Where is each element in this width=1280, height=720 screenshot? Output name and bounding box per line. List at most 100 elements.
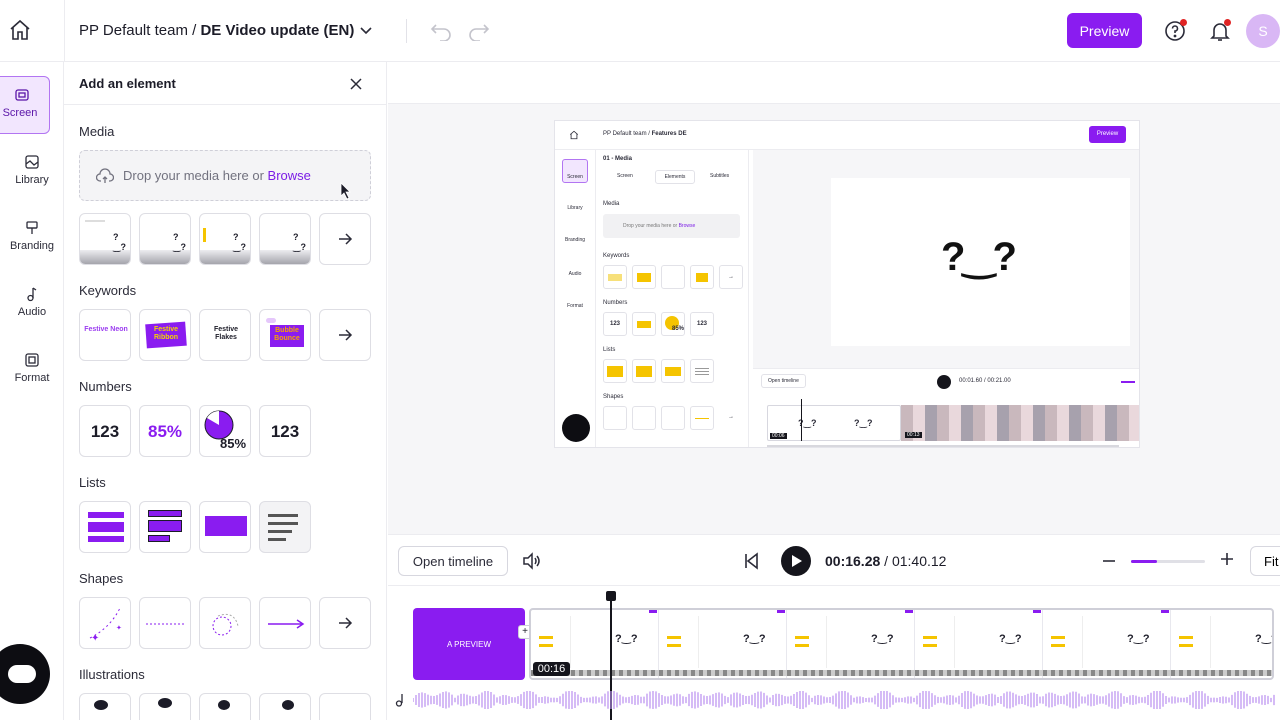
inner-tab: Subtitles [710, 173, 730, 179]
home-icon[interactable] [8, 18, 32, 42]
rail-item-branding[interactable]: Branding [0, 210, 64, 268]
shape-tiles: ✦ ✦ [79, 597, 379, 649]
illustration-tile[interactable] [139, 693, 191, 720]
illustration-tile[interactable] [79, 693, 131, 720]
inner-rail-screen: Screen [562, 159, 588, 183]
zoom-out-icon[interactable] [1102, 551, 1116, 571]
keyword-tile-festive-flakes[interactable]: Festive Flakes [199, 309, 251, 361]
inner-section: Lists [603, 347, 616, 353]
number-label: 123 [90, 422, 120, 441]
video-frame-preview[interactable]: PP Default team / Features DE Preview Sc… [554, 120, 1140, 448]
volume-icon[interactable] [521, 551, 541, 571]
close-icon[interactable] [348, 76, 364, 92]
arrow-right-icon [339, 329, 353, 341]
chevron-down-icon[interactable] [358, 22, 374, 38]
play-button[interactable] [781, 546, 811, 576]
zoom-slider[interactable] [1131, 560, 1205, 563]
list-tile[interactable] [199, 501, 251, 553]
keyword-tiles: Festive Neon Festive Ribbon Festive Flak… [79, 309, 379, 361]
inner-chat-bubble [562, 414, 590, 442]
left-rail: Screen Library Branding Audio Format [0, 62, 64, 720]
rail-item-library[interactable]: Library [0, 144, 64, 202]
list-tile[interactable] [139, 501, 191, 553]
inner-clip: ?‿? ?‿? 00:06 [767, 405, 901, 441]
playback-controls: Open timeline 00:16.28 / 01:40.12 Fit [388, 534, 1280, 586]
inner-drop-text: Drop your media here or [623, 223, 678, 229]
section-heading-illustrations: Illustrations [79, 667, 145, 682]
shape-tile[interactable] [259, 597, 311, 649]
inner-rail-audio: Audio [568, 271, 582, 277]
list-tile[interactable] [259, 501, 311, 553]
illustration-tile[interactable] [319, 693, 371, 720]
number-tile-pie[interactable]: 85% [199, 405, 251, 457]
main-clip[interactable]: ?‿??‿??‿??‿??‿??‿? [529, 608, 1274, 680]
more-shapes-button[interactable] [319, 597, 371, 649]
inner-rail-library: Library [567, 205, 583, 211]
more-keywords-button[interactable] [319, 309, 371, 361]
shape-tile[interactable] [139, 597, 191, 649]
avatar[interactable]: S [1246, 14, 1280, 48]
list-tile[interactable] [79, 501, 131, 553]
skip-back-icon[interactable] [743, 552, 759, 570]
svg-text:✦: ✦ [91, 633, 99, 644]
question-marks-graphic: ?‿? [941, 235, 1017, 279]
number-label: 123 [270, 422, 300, 441]
inner-controls: Open timeline 00:01.60 / 00:21.00 [753, 368, 1139, 394]
number-tile[interactable]: 123 [259, 405, 311, 457]
audio-waveform[interactable] [413, 691, 1275, 709]
keyword-tile-bubble-bounce[interactable]: Bubble Bounce [259, 309, 311, 361]
shape-tile[interactable] [199, 597, 251, 649]
media-thumbnail[interactable]: ?‿? [259, 213, 311, 265]
preview-button[interactable]: Preview [1067, 13, 1142, 48]
current-time: 00:16.28 [825, 553, 881, 569]
team-name: PP Default team / [79, 22, 197, 39]
rail-item-audio[interactable]: Audio [0, 276, 64, 334]
section-heading-media: Media [79, 124, 115, 139]
rail-label: Library [15, 174, 49, 186]
illustration-tile[interactable] [259, 693, 311, 720]
number-tile[interactable]: 123 [79, 405, 131, 457]
inner-badge: 00:06 [770, 433, 787, 439]
undo-icon[interactable] [430, 21, 452, 41]
browse-link[interactable]: Browse [268, 168, 311, 183]
inner-section: Shapes [603, 394, 624, 400]
inner-list-row [603, 359, 743, 383]
media-dropzone[interactable]: Drop your media here or Browse [79, 150, 371, 201]
svg-text:✦: ✦ [116, 624, 122, 632]
redo-icon[interactable] [468, 21, 490, 41]
media-thumbnail[interactable]: ?‿? [199, 213, 251, 265]
playhead-handle[interactable] [606, 591, 616, 601]
illustration-tile[interactable] [199, 693, 251, 720]
zoom-in-icon[interactable] [1220, 552, 1234, 566]
inner-number: 123 [603, 312, 627, 336]
rail-item-screen[interactable]: Screen [0, 76, 50, 134]
inner-tab: Screen [617, 173, 633, 179]
inner-canvas: ?‿? [753, 150, 1139, 368]
rail-item-format[interactable]: Format [0, 342, 64, 400]
keyword-label: Festive Neon [84, 326, 128, 333]
keyword-tile-festive-ribbon[interactable]: Festive Ribbon [139, 309, 191, 361]
number-tiles: 123 85% 85% 123 [79, 405, 379, 457]
number-tile[interactable]: 85% [139, 405, 191, 457]
intro-clip[interactable]: A PREVIEW [413, 608, 525, 680]
inner-keyword-row: → [603, 265, 743, 289]
more-media-button[interactable] [319, 213, 371, 265]
fit-button[interactable]: Fit [1250, 546, 1280, 576]
media-thumbnail[interactable]: ?‿? [79, 213, 131, 265]
illustration-tiles [79, 693, 379, 720]
keyword-tile-festive-neon[interactable]: Festive Neon [79, 309, 131, 361]
inner-panel-title: 01 - Media [603, 156, 633, 162]
inner-preview-button: Preview [1089, 126, 1126, 143]
dotted-line-shape [146, 623, 186, 625]
open-timeline-button[interactable]: Open timeline [398, 546, 508, 576]
shape-tile[interactable]: ✦ ✦ [79, 597, 131, 649]
top-bar: PP Default team / DE Video update (EN) P… [0, 0, 1280, 62]
number-label: 85% [220, 436, 247, 451]
media-thumbnail[interactable]: ?‿? [139, 213, 191, 265]
inner-number: 123 [690, 312, 714, 336]
breadcrumb[interactable]: PP Default team / DE Video update (EN) [79, 22, 354, 39]
screen-icon [15, 89, 29, 101]
time-display: 00:16.28 / 01:40.12 [825, 553, 946, 569]
music-note-icon [395, 694, 403, 707]
notification-dot [1224, 19, 1231, 26]
